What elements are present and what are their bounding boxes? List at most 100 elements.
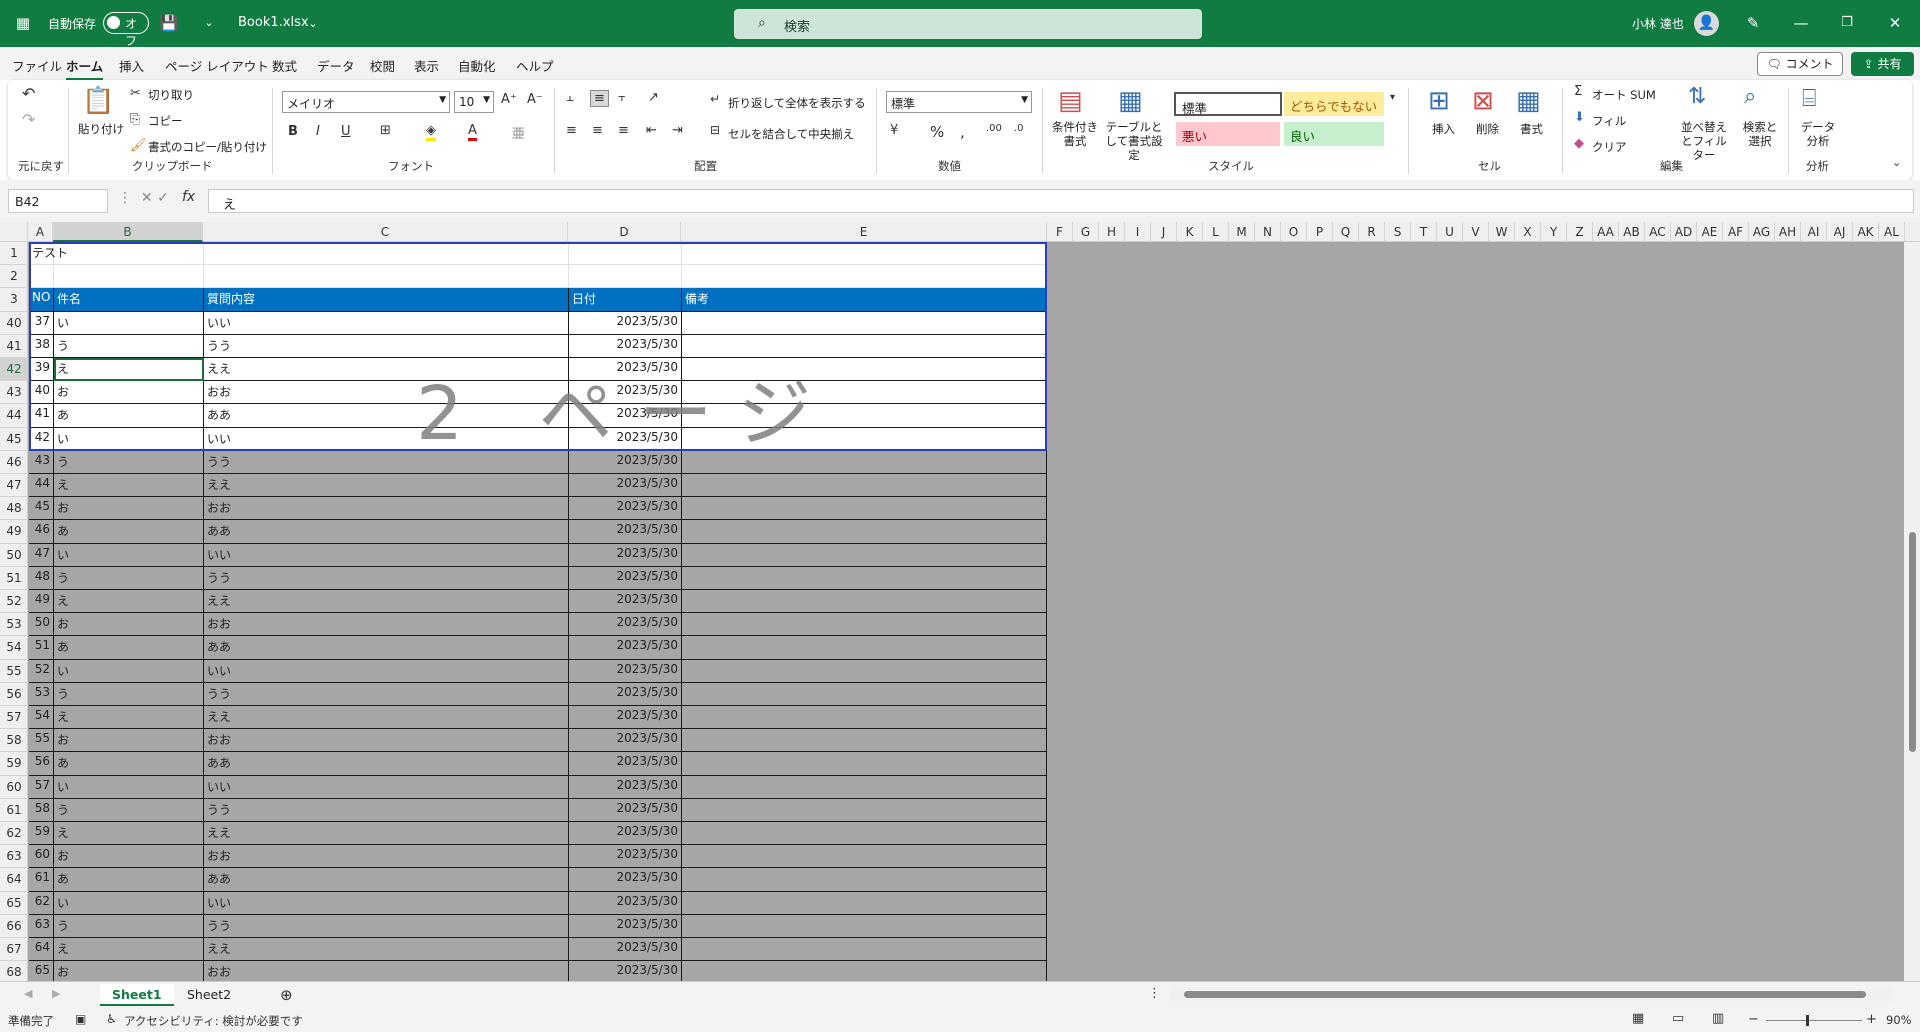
cell-no[interactable]: 61: [29, 868, 54, 891]
cell-note[interactable]: [682, 891, 1047, 914]
cell-date[interactable]: 2023/5/30: [569, 891, 682, 914]
row-header[interactable]: 62: [0, 822, 28, 846]
cell-date[interactable]: 2023/5/30: [569, 682, 682, 705]
cell-content[interactable]: おお: [204, 381, 569, 404]
cell-no[interactable]: 51: [29, 636, 54, 659]
column-header[interactable]: X: [1515, 222, 1541, 242]
formula-input[interactable]: え: [208, 189, 1914, 213]
align-top-icon[interactable]: ⫠: [566, 90, 574, 105]
cell-no[interactable]: NO: [29, 288, 54, 311]
clear-icon[interactable]: ◆: [1574, 136, 1584, 151]
format-cells-icon[interactable]: ▦: [1516, 86, 1541, 116]
paste-icon[interactable]: 📋: [82, 86, 114, 116]
active-cell[interactable]: [54, 358, 204, 381]
cell-content[interactable]: 質問内容: [204, 288, 569, 311]
style-bad[interactable]: 悪い: [1176, 122, 1280, 146]
merge-center-label[interactable]: セルを結合して中央揃え: [728, 126, 854, 142]
zoom-in-icon[interactable]: +: [1866, 1012, 1877, 1027]
file-name[interactable]: Book1.xlsx: [238, 15, 309, 30]
cell-no[interactable]: 59: [29, 822, 54, 845]
style-normal[interactable]: 標準: [1174, 92, 1282, 116]
column-header[interactable]: J: [1151, 222, 1177, 242]
percent-icon[interactable]: %: [930, 123, 944, 141]
cell-name[interactable]: い: [54, 543, 204, 566]
row-header[interactable]: 49: [0, 520, 28, 544]
cell-content[interactable]: いい: [204, 891, 569, 914]
cell-date[interactable]: 2023/5/30: [569, 613, 682, 636]
column-header[interactable]: AG: [1749, 222, 1775, 242]
cell-date[interactable]: 2023/5/30: [569, 404, 682, 427]
column-header[interactable]: O: [1281, 222, 1307, 242]
cell-content[interactable]: [204, 242, 569, 265]
column-header[interactable]: AL: [1879, 222, 1905, 242]
row-header[interactable]: 48: [0, 497, 28, 521]
cell-date[interactable]: 2023/5/30: [569, 868, 682, 891]
column-header[interactable]: F: [1047, 222, 1073, 242]
accessibility-status[interactable]: アクセシビリティ: 検討が必要です: [124, 1013, 303, 1029]
tab-help[interactable]: ヘルプ: [516, 56, 554, 75]
decrease-decimal-icon[interactable]: .0: [1014, 123, 1024, 134]
row-header[interactable]: 41: [0, 335, 28, 358]
column-header[interactable]: Y: [1541, 222, 1567, 242]
format-as-table-label[interactable]: テーブルとして書式設定: [1102, 120, 1166, 162]
cell-name[interactable]: お: [54, 497, 204, 520]
cell-no[interactable]: 52: [29, 659, 54, 682]
cell-date[interactable]: 2023/5/30: [569, 520, 682, 543]
tab-home[interactable]: ホーム: [66, 56, 104, 81]
cell-content[interactable]: ああ: [204, 752, 569, 775]
cell-content[interactable]: ああ: [204, 868, 569, 891]
cell-date[interactable]: 2023/5/30: [569, 729, 682, 752]
prev-sheet-icon[interactable]: ◀: [24, 987, 32, 1000]
delete-cells-label[interactable]: 削除: [1476, 121, 1499, 137]
cell-note[interactable]: 備考: [682, 288, 1047, 311]
cell-date[interactable]: 2023/5/30: [569, 497, 682, 520]
cell-name[interactable]: う: [54, 566, 204, 589]
cell-note[interactable]: [682, 938, 1047, 961]
cell-name[interactable]: え: [54, 822, 204, 845]
tab-review[interactable]: 校閲: [370, 56, 395, 75]
cell-name[interactable]: う: [54, 914, 204, 937]
cell-note[interactable]: [682, 636, 1047, 659]
fill-color-icon[interactable]: ◈: [426, 123, 436, 141]
align-middle-icon[interactable]: ≡: [590, 90, 609, 107]
cell-date[interactable]: 日付: [569, 288, 682, 311]
cell-note[interactable]: [682, 752, 1047, 775]
cell-no[interactable]: 53: [29, 682, 54, 705]
row-header[interactable]: 53: [0, 613, 28, 637]
cut-icon[interactable]: ✂: [130, 86, 141, 101]
font-size-combo[interactable]: 10 ▼: [454, 91, 494, 113]
cell-no[interactable]: 46: [29, 520, 54, 543]
column-header[interactable]: I: [1125, 222, 1151, 242]
phonetic-icon[interactable]: 亜: [512, 123, 525, 142]
column-header[interactable]: AE: [1697, 222, 1723, 242]
cell-name[interactable]: い: [54, 311, 204, 334]
conditional-format-icon[interactable]: ▤: [1058, 86, 1083, 116]
style-neutral[interactable]: どちらでもない: [1284, 92, 1384, 116]
cell-date[interactable]: 2023/5/30: [569, 752, 682, 775]
cell-content[interactable]: ええ: [204, 938, 569, 961]
cell-date[interactable]: 2023/5/30: [569, 775, 682, 798]
cell-no[interactable]: 57: [29, 775, 54, 798]
close-icon[interactable]: ✕: [1880, 11, 1910, 35]
align-left-icon[interactable]: ≡: [566, 123, 577, 138]
cell-note[interactable]: [682, 543, 1047, 566]
row-header[interactable]: 3: [0, 288, 28, 312]
cell-content[interactable]: ああ: [204, 636, 569, 659]
column-header[interactable]: G: [1073, 222, 1099, 242]
row-header[interactable]: 61: [0, 799, 28, 822]
cell-content[interactable]: うう: [204, 334, 569, 357]
row-header[interactable]: 42: [0, 358, 28, 382]
cell-note[interactable]: [682, 450, 1047, 473]
cut-label[interactable]: 切り取り: [148, 87, 194, 103]
increase-indent-icon[interactable]: ⇥: [672, 123, 683, 138]
column-header[interactable]: K: [1177, 222, 1203, 242]
row-header[interactable]: 55: [0, 660, 28, 683]
cell-no[interactable]: 42: [29, 427, 54, 450]
cell-no[interactable]: 64: [29, 938, 54, 961]
cell-note[interactable]: [682, 265, 1047, 288]
cell-no[interactable]: 44: [29, 474, 54, 497]
cell-date[interactable]: 2023/5/30: [569, 427, 682, 450]
share-button[interactable]: ⇪ 共有: [1851, 52, 1914, 76]
cell-no[interactable]: 56: [29, 752, 54, 775]
row-header[interactable]: 44: [0, 404, 28, 428]
